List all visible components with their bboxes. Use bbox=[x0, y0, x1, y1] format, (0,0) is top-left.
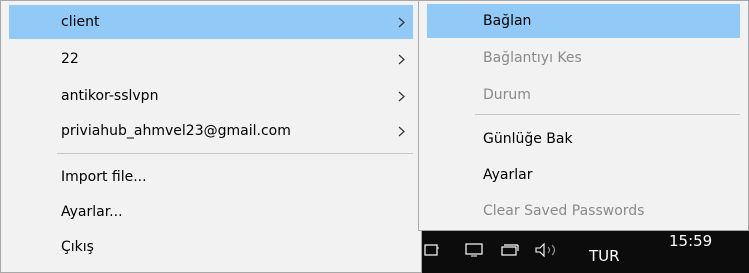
menu-separator bbox=[475, 114, 740, 115]
notifications-icon[interactable] bbox=[424, 226, 440, 273]
chevron-right-icon bbox=[398, 79, 405, 113]
display-icon[interactable] bbox=[464, 226, 484, 273]
menu-item-import-file[interactable]: Import file... bbox=[9, 160, 413, 194]
menu-item-label: Clear Saved Passwords bbox=[483, 203, 645, 219]
menu-item-label: client bbox=[61, 14, 100, 30]
client-submenu: Bağlan Bağlantıyı Kes Durum Günlüğe Bak … bbox=[418, 0, 749, 231]
menu-item-label: Çıkış bbox=[61, 239, 94, 255]
menu-item-label: 22 bbox=[61, 51, 79, 67]
menu-item-antikor-sslvpn[interactable]: antikor-sslvpn bbox=[9, 79, 413, 113]
chevron-right-icon bbox=[398, 5, 405, 39]
menu-item-label: Ayarlar... bbox=[61, 204, 123, 220]
menu-item-label: Bağlan bbox=[483, 13, 532, 29]
submenu-item-view-log[interactable]: Günlüğe Bak bbox=[427, 122, 740, 156]
submenu-item-connect[interactable]: Bağlan bbox=[427, 4, 740, 38]
menu-item-priviahub[interactable]: priviahub_ahmvel23@gmail.com bbox=[9, 114, 413, 148]
menu-item-label: Durum bbox=[483, 87, 531, 103]
menu-item-label: Günlüğe Bak bbox=[483, 131, 573, 147]
menu-separator bbox=[57, 153, 413, 154]
menu-item-label: Import file... bbox=[61, 169, 147, 185]
menu-item-label: antikor-sslvpn bbox=[61, 88, 159, 104]
menu-item-client[interactable]: client bbox=[9, 5, 413, 39]
menu-item-settings[interactable]: Ayarlar... bbox=[9, 195, 413, 229]
taskbar-clock[interactable]: 15:59 bbox=[669, 232, 712, 250]
menu-item-label: Ayarlar bbox=[483, 167, 533, 183]
chevron-right-icon bbox=[398, 42, 405, 76]
input-language-indicator[interactable]: TUR bbox=[589, 247, 620, 265]
network-icon[interactable] bbox=[500, 226, 522, 273]
openvpn-context-menu: client 22 antikor-sslvpn priviahub_ahmve… bbox=[0, 0, 422, 273]
menu-item-exit[interactable]: Çıkış bbox=[9, 230, 413, 264]
menu-item-label: priviahub_ahmvel23@gmail.com bbox=[61, 123, 291, 139]
submenu-item-clear-passwords[interactable]: Clear Saved Passwords bbox=[427, 194, 740, 228]
submenu-item-status[interactable]: Durum bbox=[427, 78, 740, 112]
menu-item-label: Bağlantıyı Kes bbox=[483, 50, 582, 66]
submenu-item-disconnect[interactable]: Bağlantıyı Kes bbox=[427, 41, 740, 75]
volume-icon[interactable] bbox=[534, 226, 562, 273]
chevron-right-icon bbox=[398, 114, 405, 148]
menu-item-22[interactable]: 22 bbox=[9, 42, 413, 76]
submenu-item-settings[interactable]: Ayarlar bbox=[427, 158, 740, 192]
